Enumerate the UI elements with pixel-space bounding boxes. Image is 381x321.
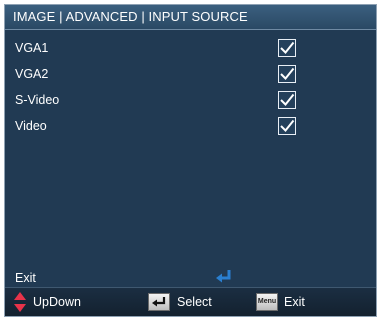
list-item-vga2[interactable]: VGA2 (5, 61, 376, 87)
item-label: Video (15, 119, 47, 133)
item-label: VGA1 (15, 41, 49, 55)
footer-exit-label: Exit (284, 295, 305, 309)
item-label: S-Video (15, 93, 60, 107)
vga2-checkbox[interactable] (278, 65, 296, 83)
list-item-vga1[interactable]: VGA1 (5, 35, 376, 61)
menu-key-icon: Menu (256, 293, 278, 311)
input-source-list: VGA1 VGA2 S-Video Video Exit (5, 30, 376, 288)
exit-label: Exit (15, 271, 36, 285)
list-item-video[interactable]: Video (5, 113, 376, 139)
checkmark-icon (280, 41, 295, 54)
enter-key-icon (148, 293, 170, 311)
vga1-checkbox[interactable] (278, 39, 296, 57)
osd-menu: IMAGE | ADVANCED | INPUT SOURCE VGA1 VGA… (4, 4, 377, 317)
checkmark-icon (280, 93, 295, 106)
list-item-s-video[interactable]: S-Video (5, 87, 376, 113)
breadcrumb: IMAGE | ADVANCED | INPUT SOURCE (5, 5, 376, 30)
s-video-checkbox[interactable] (278, 91, 296, 109)
enter-icon (216, 270, 231, 283)
select-label: Select (177, 295, 212, 309)
item-label: VGA2 (15, 67, 49, 81)
updown-icon (13, 288, 27, 316)
key-hint-bar: UpDown Select Menu Exit (5, 287, 376, 316)
checkmark-icon (280, 119, 295, 132)
video-checkbox[interactable] (278, 117, 296, 135)
updown-label: UpDown (33, 295, 81, 309)
checkmark-icon (280, 67, 295, 80)
